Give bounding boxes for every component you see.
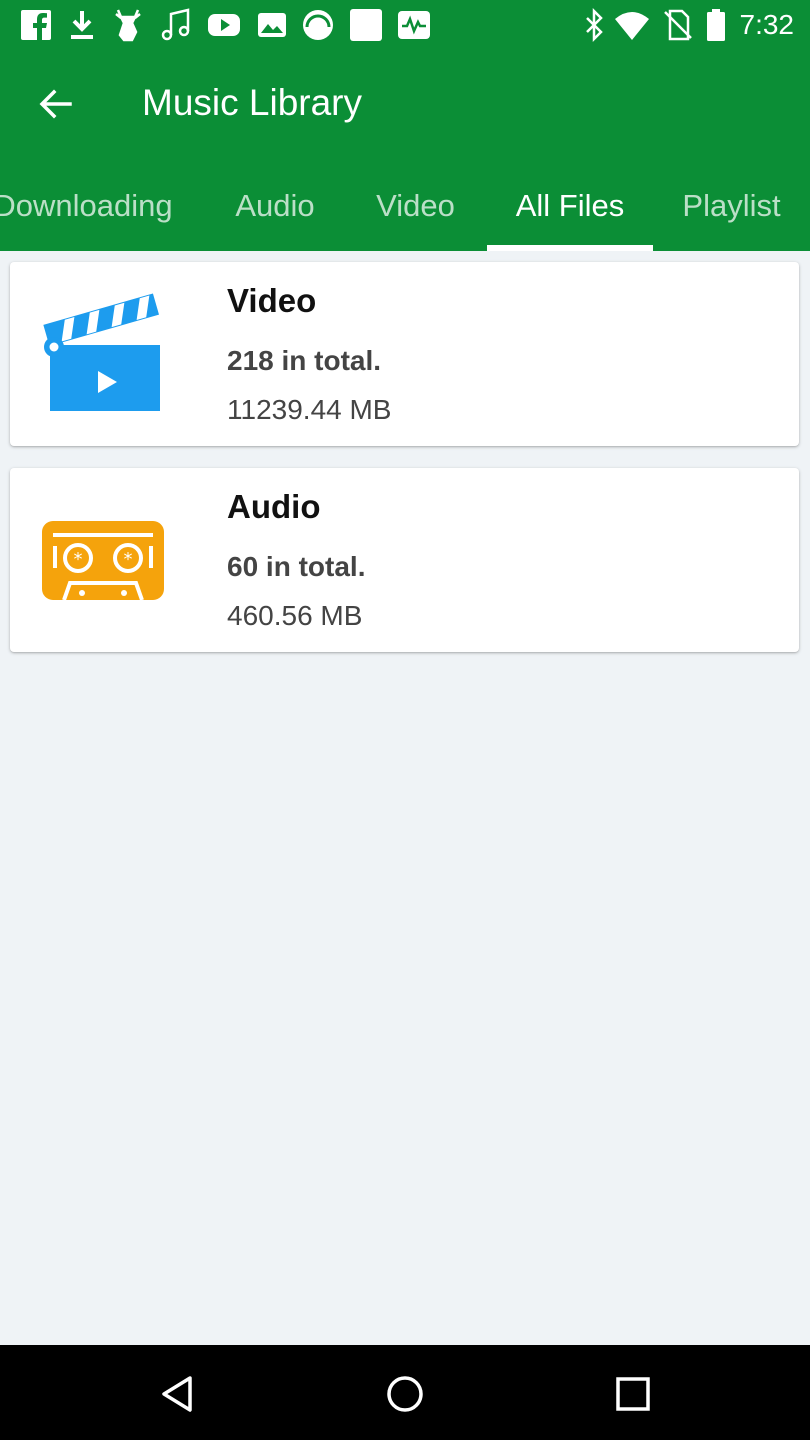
tab-bar: Downloading Audio Video All Files Playli… <box>0 160 810 251</box>
clapperboard-icon <box>43 293 160 411</box>
arrow-left-icon <box>39 89 72 119</box>
tab-downloading[interactable]: Downloading <box>0 160 206 251</box>
activity-icon <box>398 11 430 39</box>
screen: 7:32 Music Library Downloading Audio Vid… <box>0 0 810 1440</box>
image-icon <box>258 13 286 37</box>
category-name: Audio <box>227 488 321 525</box>
music-note-icon <box>161 8 190 41</box>
tab-video[interactable]: Video <box>344 160 487 251</box>
back-button[interactable] <box>26 74 86 134</box>
download-icon <box>71 11 93 39</box>
category-count: 218 in total. <box>227 345 382 376</box>
no-sim-icon <box>664 9 692 41</box>
app-bar: Music Library Downloading Audio Video Al… <box>0 50 810 251</box>
deer-app-icon <box>115 9 141 42</box>
battery-icon <box>707 9 725 41</box>
status-bar: 7:32 <box>0 0 810 50</box>
tab-playlist[interactable]: Playlist <box>653 160 810 251</box>
category-card-video[interactable]: Video 218 in total. 11239.44 MB <box>10 262 799 446</box>
square-app-icon <box>350 9 382 41</box>
status-time: 7:32 <box>739 9 795 40</box>
tab-all-files[interactable]: All Files <box>487 160 653 251</box>
back-triangle-icon <box>162 1376 192 1412</box>
cassette-icon: * * <box>42 521 164 601</box>
category-card-audio[interactable]: * * Audio 60 in total. 460.56 MB <box>10 468 799 652</box>
youtube-icon <box>208 14 240 36</box>
bluetooth-icon <box>586 7 603 43</box>
recents-square-icon <box>616 1377 650 1411</box>
page-title: Music Library <box>142 82 362 123</box>
headset-app-icon <box>303 10 333 40</box>
nav-recents-button[interactable] <box>606 1367 660 1421</box>
wifi-icon <box>615 12 649 40</box>
category-size: 460.56 MB <box>227 600 363 631</box>
nav-home-button[interactable] <box>378 1367 432 1421</box>
facebook-icon <box>21 10 51 40</box>
category-size: 11239.44 MB <box>227 394 392 425</box>
svg-text:*: * <box>124 549 133 570</box>
navigation-bar <box>0 1345 810 1440</box>
tab-audio[interactable]: Audio <box>206 160 344 251</box>
home-circle-icon <box>387 1376 423 1412</box>
tab-indicator <box>487 245 653 251</box>
svg-text:*: * <box>74 549 83 570</box>
category-count: 60 in total. <box>227 551 366 582</box>
nav-back-button[interactable] <box>151 1367 205 1421</box>
category-name: Video <box>227 282 317 319</box>
